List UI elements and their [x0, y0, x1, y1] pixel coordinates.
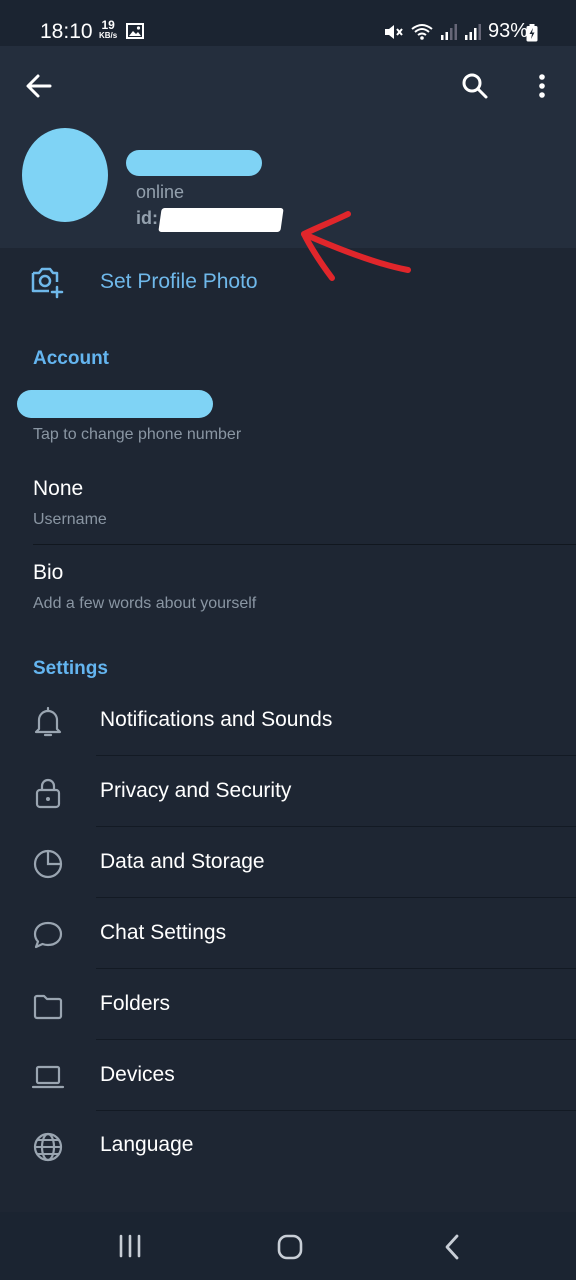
- phone-hint: Tap to change phone number: [33, 426, 242, 443]
- account-section-title: Account: [33, 348, 109, 369]
- lock-icon: [35, 778, 61, 809]
- laptop-icon: [31, 1065, 65, 1089]
- net-speed-value: 19: [101, 18, 115, 32]
- signal-icon-1: [440, 23, 457, 40]
- search-icon[interactable]: [461, 72, 489, 100]
- gallery-notification-icon: [126, 23, 144, 39]
- battery-percent: 93%: [487, 20, 528, 42]
- more-options-icon[interactable]: [536, 73, 548, 101]
- pie-chart-icon: [33, 849, 63, 879]
- profile-id-label: id:: [136, 208, 158, 228]
- phone-number-redacted[interactable]: [17, 390, 213, 418]
- settings-item-label: Privacy and Security: [100, 779, 292, 802]
- settings-item-label: Language: [100, 1133, 194, 1156]
- settings-item-label: Notifications and Sounds: [100, 708, 333, 731]
- battery-icon: [526, 24, 538, 42]
- settings-item-notifications[interactable]: Notifications and Sounds: [0, 686, 576, 756]
- settings-item-folders[interactable]: Folders: [0, 970, 576, 1040]
- username-label: Username: [33, 511, 107, 528]
- mute-icon: [384, 24, 403, 39]
- divider: [96, 1039, 576, 1040]
- set-profile-photo-label: Set Profile Photo: [100, 270, 258, 293]
- bio-row[interactable]: Bio Add a few words about yourself: [0, 545, 576, 629]
- username-value: None: [33, 477, 84, 500]
- divider: [96, 755, 576, 756]
- settings-item-label: Devices: [100, 1063, 175, 1086]
- profile-status: online: [136, 182, 185, 202]
- camera-add-icon: [31, 267, 64, 299]
- globe-icon: [33, 1132, 63, 1162]
- bio-value: Bio: [33, 561, 64, 584]
- folder-icon: [33, 994, 63, 1020]
- bio-hint: Add a few words about yourself: [33, 595, 257, 612]
- bell-icon: [34, 706, 62, 737]
- divider: [96, 968, 576, 969]
- system-navigation-bar: [0, 1212, 576, 1280]
- settings-item-data-storage[interactable]: Data and Storage: [0, 828, 576, 898]
- home-icon[interactable]: [277, 1234, 303, 1260]
- settings-item-devices[interactable]: Devices: [0, 1041, 576, 1111]
- set-profile-photo-button[interactable]: Set Profile Photo: [0, 248, 576, 320]
- username-row[interactable]: None Username: [0, 460, 576, 544]
- status-icons: 93%: [382, 20, 528, 43]
- settings-section-title: Settings: [33, 658, 108, 679]
- wifi-icon: [411, 23, 433, 40]
- status-bar: 18:10 19 KB/s 93%: [0, 0, 576, 46]
- status-time: 18:10: [40, 20, 93, 43]
- back-arrow-icon[interactable]: [25, 73, 53, 99]
- signal-icon-2: [464, 23, 481, 40]
- profile-name-redacted: [126, 150, 262, 176]
- net-speed-unit: KB/s: [99, 31, 118, 40]
- settings-item-language[interactable]: Language: [0, 1111, 576, 1181]
- divider: [96, 897, 576, 898]
- recent-apps-icon[interactable]: [117, 1234, 143, 1258]
- settings-item-label: Folders: [100, 992, 171, 1015]
- avatar-redacted[interactable]: [22, 128, 108, 222]
- back-nav-icon[interactable]: [443, 1234, 461, 1260]
- net-speed: 19 KB/s: [99, 18, 118, 40]
- settings-item-label: Chat Settings: [100, 921, 227, 944]
- settings-item-label: Data and Storage: [100, 850, 265, 873]
- profile-id-redacted: [158, 208, 284, 232]
- settings-item-privacy[interactable]: Privacy and Security: [0, 757, 576, 827]
- chat-bubble-icon: [33, 921, 63, 949]
- divider: [96, 826, 576, 827]
- settings-item-chat[interactable]: Chat Settings: [0, 899, 576, 969]
